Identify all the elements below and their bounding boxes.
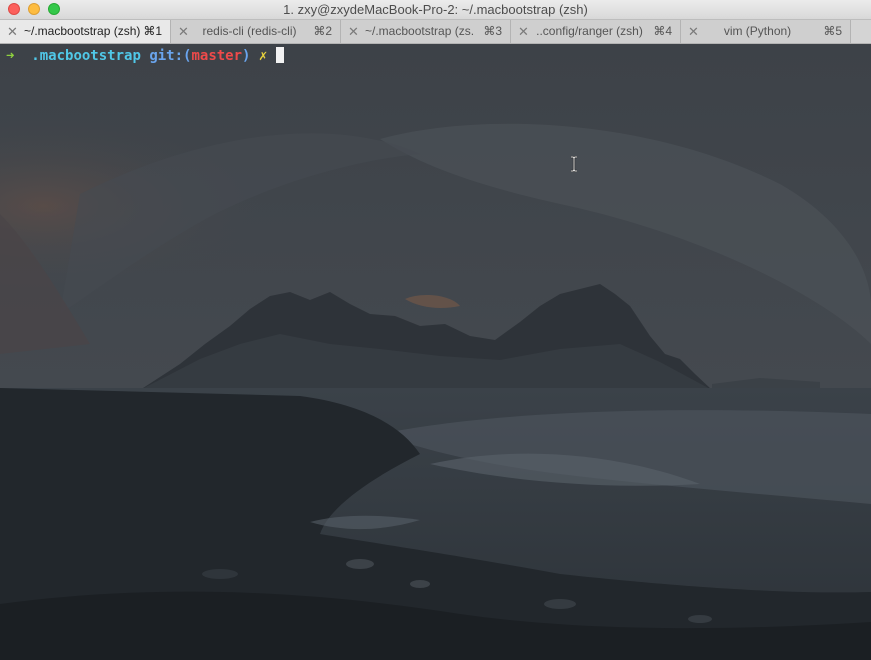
tab-3[interactable]: ✕ ~/.macbootstrap (zs... ⌘3	[341, 20, 511, 43]
shell-prompt: ➜ .macbootstrap git:(master) ✗	[6, 47, 284, 65]
tab-shortcut: ⌘1	[143, 24, 162, 38]
tab-label: ~/.macbootstrap (zs...	[365, 24, 474, 38]
i-beam-cursor-icon	[571, 156, 577, 172]
tab-label: redis-cli (redis-cli)	[202, 24, 297, 38]
tab-label: ~/.macbootstrap (zsh)	[24, 24, 140, 38]
current-directory: .macbootstrap	[31, 48, 141, 64]
git-dirty-marker: ✗	[258, 48, 268, 64]
title-bar[interactable]: 1. zxy@zxydeMacBook-Pro-2: ~/.macbootstr…	[0, 0, 871, 20]
tab-shortcut: ⌘4	[653, 24, 672, 38]
tab-label: vim (Python)	[723, 24, 792, 38]
close-icon[interactable]: ✕	[688, 20, 699, 43]
close-icon[interactable]: ✕	[348, 20, 359, 43]
tab-bar: ✕ ~/.macbootstrap (zsh) ⌘1 ✕ redis-cli (…	[0, 20, 871, 44]
prompt-arrow: ➜	[6, 48, 15, 64]
window-title: 1. zxy@zxydeMacBook-Pro-2: ~/.macbootstr…	[283, 2, 588, 17]
text-cursor[interactable]	[275, 47, 284, 63]
close-icon[interactable]: ✕	[178, 20, 189, 43]
git-prefix: git:(	[149, 48, 192, 64]
terminal-pane[interactable]: ➜ .macbootstrap git:(master) ✗	[0, 44, 871, 660]
git-branch: master	[191, 48, 243, 64]
tab-4[interactable]: ✕ ..config/ranger (zsh) ⌘4	[511, 20, 681, 43]
close-icon[interactable]: ✕	[518, 20, 529, 43]
tab-5[interactable]: ✕ vim (Python) ⌘5	[681, 20, 851, 43]
git-suffix: )	[242, 48, 251, 64]
tab-1[interactable]: ✕ ~/.macbootstrap (zsh) ⌘1	[0, 20, 171, 43]
tab-shortcut: ⌘2	[313, 24, 332, 38]
tab-shortcut: ⌘5	[823, 24, 842, 38]
terminal-window: 1. zxy@zxydeMacBook-Pro-2: ~/.macbootstr…	[0, 0, 871, 660]
background-landscape-image	[0, 44, 871, 660]
tab-label: ..config/ranger (zsh)	[536, 24, 643, 38]
close-icon[interactable]: ✕	[7, 20, 18, 43]
tab-shortcut: ⌘3	[483, 24, 502, 38]
tab-2[interactable]: ✕ redis-cli (redis-cli) ⌘2	[171, 20, 341, 43]
